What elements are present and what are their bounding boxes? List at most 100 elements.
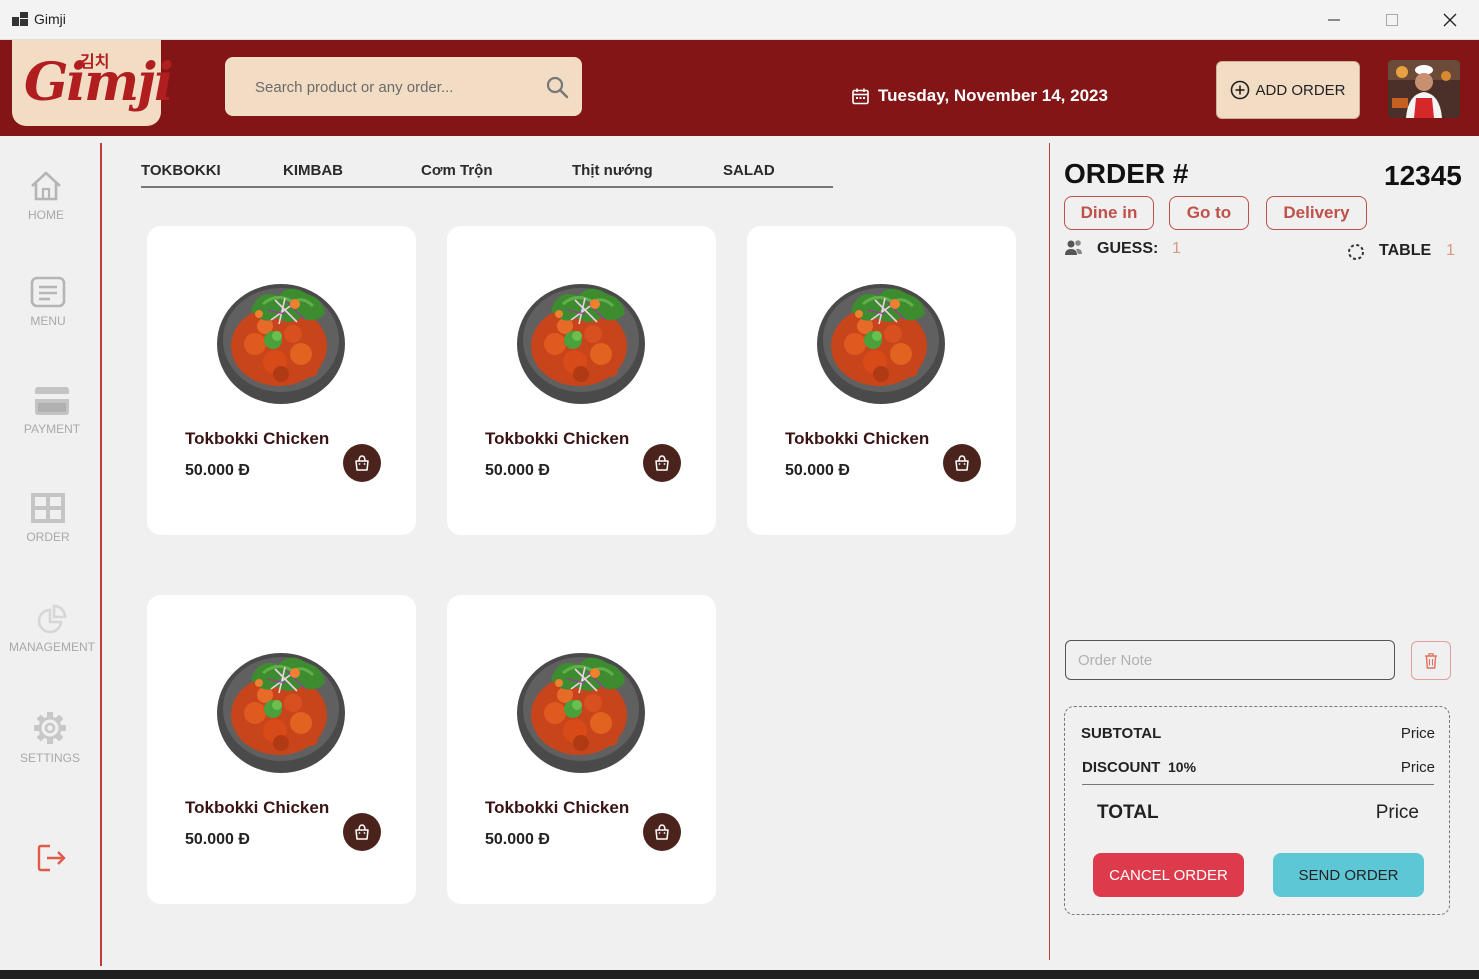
order-note-input[interactable] [1065,640,1395,680]
add-order-button[interactable]: ADD ORDER [1216,61,1360,119]
order-panel-divider [1049,143,1050,960]
tab-salad[interactable]: SALAD [723,162,775,179]
guest-value[interactable]: 1 [1172,240,1181,258]
maximize-button[interactable] [1363,0,1421,40]
add-order-label: ADD ORDER [1255,81,1346,99]
food-image [817,284,945,404]
maximize-icon [1386,14,1398,26]
chef-photo [1388,60,1460,118]
table-label: TABLE [1379,242,1432,259]
calendar-icon [852,88,869,104]
category-tabs: TOKBOKKI KIMBAB Cơm Trộn Thịt nướng SALA… [141,160,833,188]
close-button[interactable] [1421,0,1479,40]
sidebar-item-label: MANAGEMENT [8,640,95,654]
add-to-cart-button[interactable] [643,444,681,482]
guest-label: GUESS: [1097,240,1159,257]
send-order-button[interactable]: SEND ORDER [1273,853,1424,897]
product-name: Tokbokki Chicken [785,429,930,448]
subtotal-label: SUBTOTAL [1081,725,1162,742]
current-date: Tuesday, November 14, 2023 [852,86,1108,106]
taskbar-edge [0,970,1479,979]
clear-order-button[interactable] [1411,641,1451,680]
product-name: Tokbokki Chicken [485,798,630,817]
sidebar-item-menu[interactable]: MENU [0,276,98,328]
plus-circle-icon [1231,80,1250,100]
logo-text: Gimji [24,52,174,113]
delivery-button[interactable]: Delivery [1266,196,1367,230]
sidebar-item-management[interactable]: MANAGEMENT [2,604,102,654]
food-image [517,284,645,404]
food-image [517,653,645,773]
menu-icon [30,276,66,308]
shopping-bag-icon [355,824,369,840]
grid-icon [31,493,65,523]
shopping-bag-icon [655,824,669,840]
product-name: Tokbokki Chicken [185,798,330,817]
window-titlebar: Gimji [0,0,1479,40]
gear-icon [34,712,66,744]
shopping-bag-icon [355,455,369,471]
table-value[interactable]: 1 [1446,242,1455,260]
add-to-cart-button[interactable] [643,813,681,851]
home-icon [31,171,61,201]
product-price: 50.000 Đ [185,462,250,479]
tab-thit-nuong[interactable]: Thịt nướng [572,162,653,179]
go-to-button[interactable]: Go to [1169,196,1249,230]
sidebar-item-label: MENU [30,314,66,328]
date-text: Tuesday, November 14, 2023 [878,86,1108,105]
logout-icon [37,844,66,872]
food-image [217,284,345,404]
add-to-cart-button[interactable] [943,444,981,482]
product-name: Tokbokki Chicken [485,429,630,448]
shopping-bag-icon [955,455,969,471]
table-icon [1348,244,1364,260]
product-card[interactable]: Tokbokki Chicken 50.000 Đ [747,226,1016,535]
total-value: Price [1375,802,1419,823]
logout-button[interactable] [2,843,102,879]
tab-tokbokki[interactable]: TOKBOKKI [141,162,221,179]
summary-divider [1082,784,1434,785]
sidebar-item-payment[interactable]: PAYMENT [2,386,102,436]
product-price: 50.000 Đ [185,831,250,848]
cancel-order-button[interactable]: CANCEL ORDER [1093,853,1244,897]
product-price: 50.000 Đ [785,462,850,479]
avatar[interactable] [1388,60,1460,118]
sidebar-item-label: HOME [28,208,64,222]
search-icon[interactable] [545,75,569,99]
dine-in-button[interactable]: Dine in [1064,196,1154,230]
search-box [225,57,582,116]
sidebar-item-label: PAYMENT [23,422,81,436]
product-name: Tokbokki Chicken [185,429,330,448]
credit-card-icon [35,387,69,415]
product-card[interactable]: Tokbokki Chicken 50.000 Đ [447,226,716,535]
tab-com-tron[interactable]: Cơm Trộn [421,162,493,179]
sidebar-item-label: ORDER [26,530,70,544]
add-to-cart-button[interactable] [343,444,381,482]
users-icon [1065,240,1082,255]
search-input[interactable] [255,75,535,99]
sidebar-item-order[interactable]: ORDER [0,492,98,544]
shopping-bag-icon [655,455,669,471]
logo[interactable]: 김치 Gimji [12,40,174,126]
tab-kimbab[interactable]: KIMBAB [283,162,343,179]
app-icon [12,12,28,26]
order-title: ORDER # [1064,158,1189,189]
sidebar-item-label: SETTINGS [19,751,80,765]
pie-chart-icon [37,604,67,634]
subtotal-value: Price [1400,725,1435,742]
discount-label: DISCOUNT [1082,759,1161,776]
sidebar-item-home[interactable]: HOME [0,170,96,222]
food-image [217,653,345,773]
total-label: TOTAL [1097,802,1159,823]
sidebar-item-settings[interactable]: SETTINGS [0,711,100,765]
product-card[interactable]: Tokbokki Chicken 50.000 Đ [147,595,416,904]
discount-percent: 10% [1168,759,1197,775]
discount-value: Price [1400,759,1435,776]
trash-icon [1425,652,1437,669]
product-price: 50.000 Đ [485,831,550,848]
add-to-cart-button[interactable] [343,813,381,851]
product-card[interactable]: Tokbokki Chicken 50.000 Đ [147,226,416,535]
minimize-button[interactable] [1305,0,1363,40]
product-card[interactable]: Tokbokki Chicken 50.000 Đ [447,595,716,904]
order-summary: SUBTOTAL Price DISCOUNT 10% Price TOTAL … [1064,706,1450,915]
